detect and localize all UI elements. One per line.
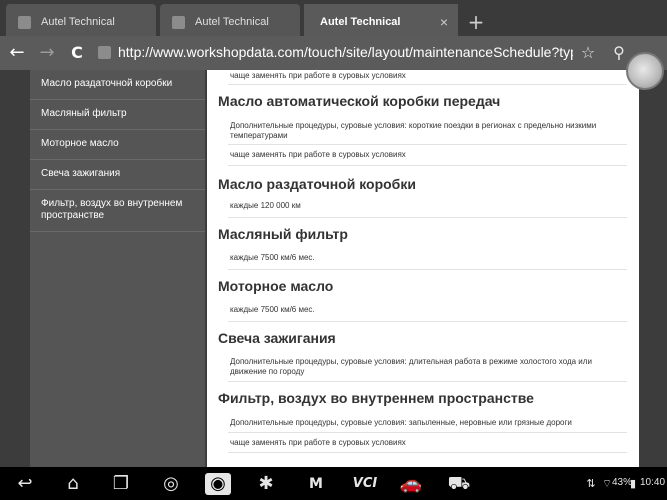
sidebar-item-spark-plug[interactable]: Свеча зажигания [30,160,205,190]
car-icon[interactable]: 🚗 [398,473,424,495]
maintenance-content: чаще заменять при работе в суровых услов… [207,70,639,467]
floating-zoom-icon[interactable] [626,52,664,90]
car-settings-icon[interactable]: ⛟ [446,473,472,495]
url-input[interactable]: http://www.workshopdata.com/touch/site/l… [118,44,573,60]
camera-icon[interactable]: ◉ [205,473,231,495]
section-entry: Дополнительные процедуры, суровые услови… [228,357,627,382]
tab-3-label: Autel Technical [320,16,401,28]
section-entry: чаще заменять при работе в суровых услов… [228,438,627,453]
sidebar-item-transfer-case-oil[interactable]: Масло раздаточной коробки [30,70,205,100]
section-entry: каждые 120 000 км [228,201,627,218]
tab-3-active[interactable]: Autel Technical × [304,4,458,40]
chrome-icon[interactable]: ◎ [158,473,184,495]
sidebar-item-cabin-air-filter[interactable]: Фильтр, воздух во внутреннем пространств… [30,190,205,232]
reload-icon[interactable]: C [64,42,90,64]
forward-arrow-icon[interactable]: → [34,42,60,64]
system-bar: ↩ ⌂ ❐ ◎ ◉ ✱ M VCI 🚗 ⛟ ⇅ ⌔ 43% ▮ 10:40 [0,467,667,500]
screenshot-icon[interactable]: ✱ [253,473,279,495]
tab-1-label: Autel Technical [41,16,115,28]
page-favicon-icon [18,15,31,29]
section-entry: чаще заменять при работе в суровых услов… [228,150,627,166]
sidebar-item-oil-filter[interactable]: Масляный фильтр [30,100,205,130]
section-entry: каждые 7500 км/6 мес. [228,305,627,322]
section-title: Масляный фильтр [218,226,348,242]
vci-icon[interactable]: VCI [350,473,380,495]
url-favicon-icon [98,46,111,59]
tab-1[interactable]: Autel Technical [6,4,156,40]
right-gutter [639,70,667,467]
section-entry: каждые 7500 км/6 мес. [228,253,627,270]
top-entry: чаще заменять при работе в суровых услов… [228,70,627,85]
left-gutter [0,70,30,467]
maxisys-m-icon[interactable]: M [303,473,329,495]
star-icon[interactable]: ☆ [577,42,599,64]
home-icon[interactable]: ⌂ [60,473,86,495]
section-title: Свеча зажигания [218,330,336,346]
section-title: Фильтр, воздух во внутреннем пространств… [218,390,534,406]
sidebar-item-engine-oil[interactable]: Моторное масло [30,130,205,160]
tab-2-label: Autel Technical [195,16,269,28]
url-bar: ← → C http://www.workshopdata.com/touch/… [0,36,667,99]
tab-2[interactable]: Autel Technical [160,4,300,40]
battery-icon: ▮ [629,477,637,490]
back-arrow-icon[interactable]: ← [4,42,30,64]
clock: 10:40 [640,477,666,488]
recent-apps-icon[interactable]: ❐ [108,473,134,495]
system-back-icon[interactable]: ↩ [12,473,38,495]
sidebar: Масло раздаточной коробки Масляный фильт… [30,70,205,467]
section-title: Масло раздаточной коробки [218,176,416,192]
section-entry: Дополнительные процедуры, суровые услови… [228,418,627,433]
tab-strip: Autel Technical Autel Technical Autel Te… [0,0,667,40]
tab-close-icon[interactable]: × [440,14,448,30]
section-title: Масло автоматической коробки передач [218,93,501,109]
section-title: Моторное масло [218,278,334,294]
page-favicon-icon [172,15,185,29]
section-entry: Дополнительные процедуры, суровые услови… [228,121,627,145]
new-tab-button[interactable]: + [462,8,490,36]
search-icon[interactable]: ⚲ [608,42,630,64]
